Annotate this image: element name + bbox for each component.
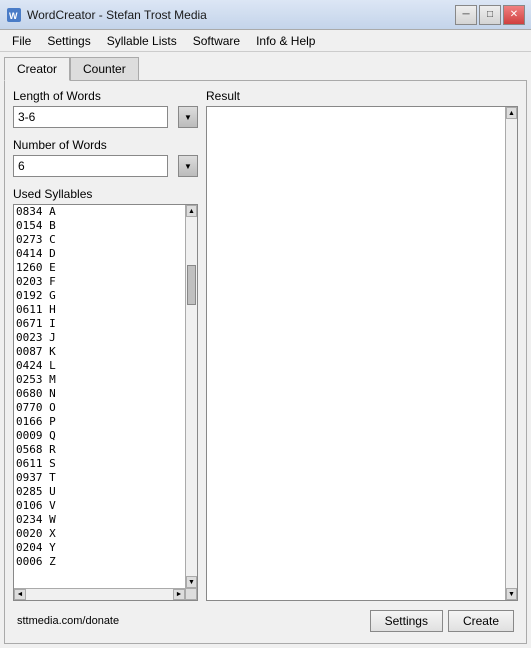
list-item: 0273 C [14,233,185,247]
result-vscrollbar[interactable]: ▲ ▼ [505,107,517,600]
left-column: Length of Words 3-6 1-3 4-8 5-10 ▼ Numbe… [13,89,198,601]
hscroll-right-btn[interactable]: ► [173,589,185,600]
list-item: 0770 O [14,401,185,415]
list-item: 0006 Z [14,555,185,569]
donate-link[interactable]: sttmedia.com/donate [17,615,119,627]
footer-buttons: Settings Create [370,610,514,632]
length-label: Length of Words [13,89,198,103]
create-button[interactable]: Create [448,610,514,632]
list-item: 0106 V [14,499,185,513]
window-title: WordCreator - Stefan Trost Media [27,8,455,22]
settings-button[interactable]: Settings [370,610,443,632]
maximize-button[interactable]: □ [479,5,501,25]
footer: sttmedia.com/donate Settings Create [13,605,518,635]
list-item: 0671 I [14,317,185,331]
minimize-button[interactable]: ─ [455,5,477,25]
result-vscroll-down-btn[interactable]: ▼ [506,588,517,600]
right-column: Result ▲ ▼ [206,89,518,601]
number-label: Number of Words [13,138,198,152]
menu-software[interactable]: Software [185,32,248,50]
scrollbar-corner [185,588,197,600]
tab-counter[interactable]: Counter [70,57,139,81]
list-item: 0192 G [14,289,185,303]
list-item: 1260 E [14,261,185,275]
syllables-vscrollbar[interactable]: ▲ ▼ [185,205,197,588]
result-label: Result [206,89,518,103]
length-dropdown-wrapper: 3-6 1-3 4-8 5-10 ▼ [13,106,198,128]
list-item: 0203 F [14,275,185,289]
list-item: 0611 H [14,303,185,317]
hscroll-left-btn[interactable]: ◄ [14,589,26,600]
menu-info-help[interactable]: Info & Help [248,32,323,50]
result-area: ▲ ▼ [206,106,518,601]
vscroll-down-btn[interactable]: ▼ [186,576,197,588]
list-item: 0234 W [14,513,185,527]
list-item: 0285 U [14,485,185,499]
vscroll-up-btn[interactable]: ▲ [186,205,197,217]
content-area: Length of Words 3-6 1-3 4-8 5-10 ▼ Numbe… [4,80,527,644]
list-item: 0414 D [14,247,185,261]
two-column-layout: Length of Words 3-6 1-3 4-8 5-10 ▼ Numbe… [13,89,518,601]
vscroll-thumb[interactable] [187,265,196,305]
list-item: 0020 X [14,527,185,541]
list-item: 0204 Y [14,541,185,555]
window-controls: ─ □ ✕ [455,5,525,25]
list-item: 0568 R [14,443,185,457]
length-dropdown[interactable]: 3-6 1-3 4-8 5-10 [13,106,168,128]
close-button[interactable]: ✕ [503,5,525,25]
tab-creator[interactable]: Creator [4,57,70,81]
titlebar: W WordCreator - Stefan Trost Media ─ □ ✕ [0,0,531,30]
list-item: 0834 A [14,205,185,219]
list-item: 0087 K [14,345,185,359]
menubar: File Settings Syllable Lists Software In… [0,30,531,52]
tab-bar: Creator Counter [4,56,527,80]
svg-text:W: W [9,11,18,21]
list-item: 0023 J [14,331,185,345]
number-dropdown[interactable]: 6 3 10 20 [13,155,168,177]
length-dropdown-arrow: ▼ [178,106,198,128]
list-item: 0166 P [14,415,185,429]
list-item: 0009 Q [14,429,185,443]
syllables-list[interactable]: 0834 A0154 B0273 C0414 D1260 E0203 F0192… [14,205,185,588]
result-vscroll-up-btn[interactable]: ▲ [506,107,517,119]
list-item: 0253 M [14,373,185,387]
menu-syllable-lists[interactable]: Syllable Lists [99,32,185,50]
number-dropdown-wrapper: 6 3 10 20 ▼ [13,155,198,177]
syllables-container: 0834 A0154 B0273 C0414 D1260 E0203 F0192… [13,204,198,601]
list-item: 0424 L [14,359,185,373]
syllables-label: Used Syllables [13,187,198,201]
menu-settings[interactable]: Settings [39,32,98,50]
app-icon: W [6,7,22,23]
list-item: 0154 B [14,219,185,233]
number-dropdown-arrow: ▼ [178,155,198,177]
list-item: 0680 N [14,387,185,401]
window-body: Creator Counter Length of Words 3-6 1-3 … [0,52,531,648]
list-item: 0611 S [14,457,185,471]
list-item: 0937 T [14,471,185,485]
menu-file[interactable]: File [4,32,39,50]
syllables-hscrollbar[interactable]: ◄ ► [14,588,185,600]
